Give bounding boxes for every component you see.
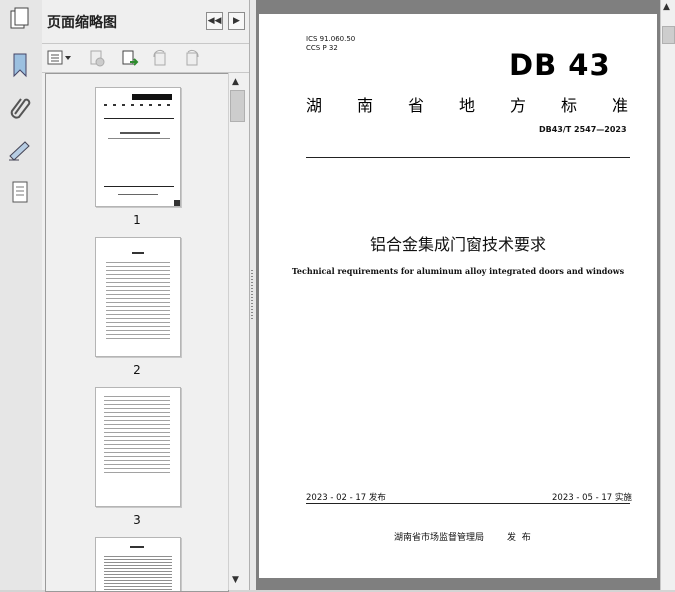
ics-code: ICS 91.060.50 [306, 35, 356, 43]
rotate-cw-icon[interactable] [182, 48, 202, 68]
thumbnail-list: 1 2 3 [45, 73, 229, 592]
thumb-text-lines [104, 556, 172, 591]
thumb-subtitle [108, 138, 170, 139]
scroll-down-icon[interactable]: ▼ [232, 575, 239, 585]
thumb-rule-bottom [104, 186, 174, 187]
splitter-grip [251, 270, 253, 320]
thumbnail-panel: 页面缩略图 ◀◀ ▶ 1 2 3 ▲ ▼ [42, 0, 249, 592]
thumbnail-label-2: 2 [133, 363, 141, 377]
authority-char: 标 [561, 96, 578, 115]
thumbnail-page-4[interactable] [95, 537, 181, 591]
thumb-toc-heading [132, 252, 144, 254]
publish-date: 2023 - 02 - 17 发布 [306, 493, 386, 503]
authority-char: 省 [408, 96, 425, 115]
thumb-toc-lines [106, 262, 170, 342]
document-view: ICS 91.060.50 CCS P 32 DB 43 湖 南 省 地 方 标… [256, 0, 660, 590]
panel-header: 页面缩略图 ◀◀ ▶ [42, 0, 249, 44]
thumb-logo [132, 94, 172, 100]
thumb-issuer [118, 194, 158, 195]
next-arrow-icon[interactable]: ▶ [228, 12, 245, 30]
authority-char: 准 [612, 96, 629, 115]
document-page: ICS 91.060.50 CCS P 32 DB 43 湖 南 省 地 方 标… [259, 14, 657, 578]
page-thumbnails-icon[interactable] [5, 4, 35, 34]
insert-page-icon[interactable] [120, 48, 140, 68]
document-scrollbar-thumb[interactable] [662, 26, 675, 44]
panel-title: 页面缩略图 [47, 15, 117, 31]
thumbnail-page-1[interactable] [95, 87, 181, 207]
authority-char: 南 [357, 96, 374, 115]
implement-date: 2023 - 05 - 17 实施 [552, 493, 632, 503]
header-rule [306, 157, 630, 158]
standard-number: DB43/T 2547—2023 [539, 125, 627, 134]
authority-heading: 湖 南 省 地 方 标 准 [306, 92, 631, 115]
bookmark-icon[interactable] [5, 50, 35, 80]
navigation-rail [0, 0, 43, 590]
attachment-icon[interactable] [5, 92, 35, 122]
thumbnail-label-1: 1 [133, 213, 141, 227]
signature-icon[interactable] [5, 135, 35, 165]
thumbnail-label-3: 3 [133, 513, 141, 527]
scroll-up-icon[interactable]: ▲ [232, 77, 239, 87]
scroll-up-icon[interactable]: ▲ [663, 2, 670, 12]
delete-page-icon[interactable] [87, 48, 107, 68]
thumbnail-page-2[interactable] [95, 237, 181, 357]
thumb-corner-marker [174, 200, 180, 206]
db43-logo: DB 43 [509, 48, 611, 82]
thumbnail-toolbar [42, 44, 249, 73]
options-menu-icon[interactable] [47, 48, 73, 68]
thumbnail-scrollbar-thumb[interactable] [230, 90, 245, 122]
rotate-ccw-icon[interactable] [150, 48, 170, 68]
issue-label: 发 布 [507, 533, 531, 543]
thumb-heading [130, 546, 144, 548]
thumb-heading [104, 104, 174, 106]
issuing-authority: 湖南省市场监督管理局 [394, 533, 485, 543]
ccs-code: CCS P 32 [306, 44, 338, 52]
collapse-panel-button[interactable]: ◀◀ [206, 12, 223, 30]
document-scrollbar[interactable]: ▲ [660, 0, 675, 590]
thumbnail-page-3[interactable] [95, 387, 181, 507]
thumb-rule [104, 118, 174, 119]
authority-char: 方 [510, 96, 527, 115]
thumb-title [120, 132, 160, 134]
thumbnail-scrollbar[interactable]: ▲ ▼ [228, 73, 246, 590]
authority-char: 湖 [306, 96, 323, 115]
thumb-toc-lines [104, 396, 170, 476]
authority-char: 地 [459, 96, 476, 115]
title-chinese: 铝合金集成门窗技术要求 [369, 235, 546, 254]
layers-icon[interactable] [5, 178, 35, 208]
footer-rule [306, 503, 630, 504]
title-english: Technical requirements for aluminum allo… [291, 266, 625, 276]
